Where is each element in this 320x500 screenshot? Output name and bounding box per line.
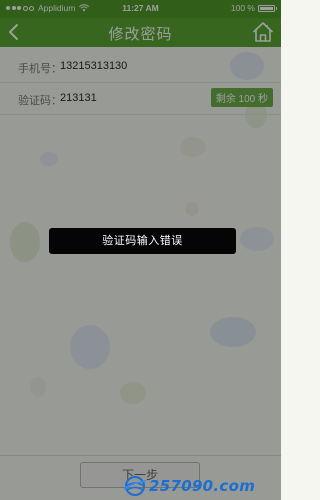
site-watermark: 257090.com <box>124 474 255 498</box>
error-toast: 验证码输入错误 <box>49 228 236 254</box>
globe-logo-icon <box>124 476 146 496</box>
watermark-text: 257090.com <box>149 477 256 495</box>
